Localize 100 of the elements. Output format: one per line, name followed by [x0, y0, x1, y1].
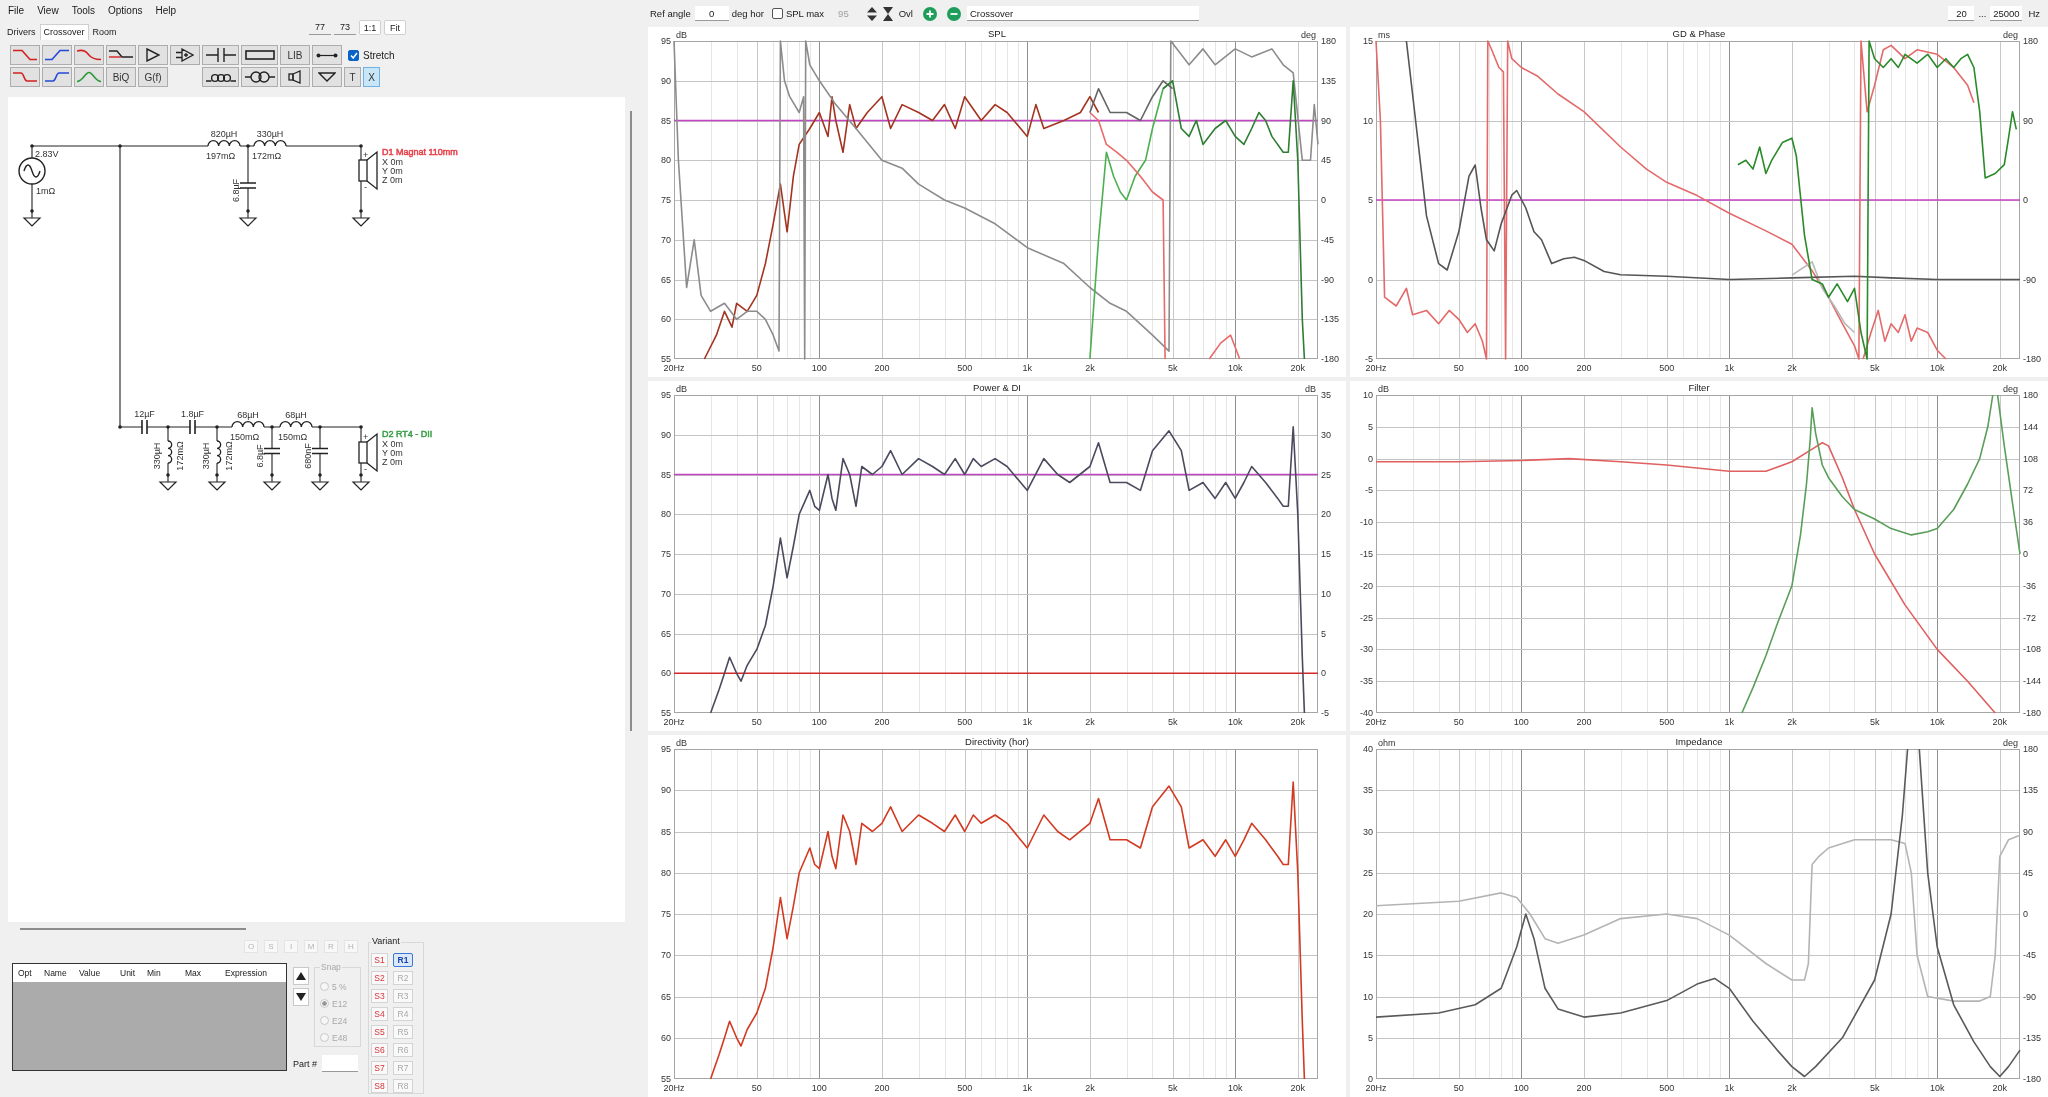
tick-label: 5 [1321, 628, 1326, 639]
tick-label: 72 [2023, 485, 2033, 496]
tick-label: 5k [1869, 363, 1880, 373]
tick-label: 500 [957, 1083, 973, 1093]
tick-label: -35 [1360, 676, 1373, 687]
tick-label: 90 [2023, 826, 2033, 837]
tick-label: -25 [1360, 612, 1373, 623]
polarity-label: + [363, 150, 369, 160]
tick-label: 20Hz [663, 717, 685, 727]
tick-label: 500 [1659, 717, 1675, 727]
tick-label: 90 [1321, 115, 1331, 126]
tick-label: 55 [661, 354, 671, 364]
tick-label: 20k [1290, 363, 1306, 373]
tick-label: 90 [661, 785, 671, 796]
tick-label: 100 [1513, 1083, 1529, 1093]
tick-label: 2k [1787, 363, 1797, 373]
tick-label: 65 [661, 628, 671, 639]
tick-label: -36 [2023, 580, 2036, 591]
tick-label: -90 [1321, 274, 1334, 285]
tick-label: 100 [811, 1083, 827, 1093]
tick-label: 200 [874, 1083, 890, 1093]
tick-label: 1k [1724, 363, 1735, 373]
tick-label: 25 [1363, 867, 1373, 878]
tick-label: 0 [1321, 195, 1326, 205]
tick-label: 100 [811, 717, 827, 727]
axis-unit-label: deg [1300, 30, 1316, 40]
chart-title: Power & DI [973, 382, 1021, 393]
tick-label: 200 [874, 363, 890, 373]
tick-label: 90 [661, 75, 671, 86]
tick-label: 0 [2023, 549, 2028, 559]
tick-label: 20k [1290, 717, 1306, 727]
tick-label: 1k [1022, 363, 1033, 373]
tick-label: 20 [1321, 509, 1331, 520]
tick-label: 5 [1368, 421, 1373, 432]
tick-label: 0 [1368, 274, 1373, 285]
radio-label: 5 % [332, 981, 347, 992]
tick-label: 144 [2023, 421, 2039, 432]
tick-label: 10 [1363, 390, 1373, 400]
tick-label: 5k [1167, 717, 1178, 727]
tick-label: -108 [2023, 644, 2041, 655]
tick-label: 10k [1930, 717, 1945, 727]
tick-label: 2k [1085, 1083, 1095, 1093]
tick-label: -180 [1321, 354, 1339, 364]
tick-label: 500 [1659, 1083, 1675, 1093]
tick-label: 55 [661, 708, 671, 718]
tick-label: 20Hz [663, 1083, 685, 1093]
tick-label: -135 [2023, 1032, 2041, 1043]
tick-label: 0 [1368, 1074, 1373, 1084]
tick-label: 50 [1453, 717, 1464, 727]
tick-label: 70 [661, 950, 671, 961]
driver-position-label: Z 0m [382, 457, 403, 467]
tick-label: 90 [661, 429, 671, 440]
tick-label: 1k [1022, 1083, 1033, 1093]
driver-position-label: Y 0m [382, 166, 403, 176]
driver-name-label: D2 RT4 - DII [382, 429, 433, 439]
tick-label: 0 [1368, 453, 1373, 464]
tick-label: 55 [661, 1074, 671, 1084]
tick-label: 5 [1368, 195, 1373, 205]
range-separator: ... [1978, 8, 1987, 19]
tick-label: -45 [2023, 950, 2036, 961]
tick-label: 2k [1085, 717, 1095, 727]
tick-label: 60 [661, 1032, 671, 1043]
tick-label: 20Hz [1365, 1083, 1387, 1093]
tick-label: 65 [661, 991, 671, 1002]
tick-label: 200 [874, 717, 890, 727]
tick-label: 135 [1321, 75, 1337, 86]
tick-label: -180 [2023, 1074, 2041, 1084]
tick-label: 50 [751, 717, 762, 727]
chart-title: GD & Phase [1672, 28, 1726, 39]
tick-label: 5k [1869, 717, 1880, 727]
driver-position-label: Z 0m [382, 175, 403, 185]
tick-label: 10 [1321, 588, 1331, 599]
chart-title: SPL [988, 28, 1006, 39]
tick-label: 70 [661, 588, 671, 599]
tick-label: 50 [1453, 1083, 1464, 1093]
tick-label: -135 [1321, 314, 1339, 325]
tick-label: 20Hz [1365, 717, 1387, 727]
part-number-label: Part # [293, 1058, 317, 1069]
tick-label: 50 [751, 363, 762, 373]
tick-label: -144 [2023, 676, 2041, 687]
tick-label: 2k [1787, 717, 1797, 727]
tick-label: 0 [2023, 909, 2028, 919]
driver-name-label: D1 Magnat 110mm [382, 147, 458, 157]
tick-label: -40 [1360, 708, 1373, 718]
tick-label: 10k [1930, 363, 1945, 373]
tick-label: 500 [957, 363, 973, 373]
axis-unit-label: ms [1378, 30, 1390, 40]
tick-label: 80 [661, 509, 671, 520]
tick-label: 80 [661, 867, 671, 878]
axis-unit-label: deg [2002, 738, 2018, 748]
spl-max-value: 95 [838, 8, 849, 19]
radio-label: E24 [332, 1015, 348, 1026]
ref-angle-label: Ref angle [650, 8, 691, 19]
axis-unit-label: dB [676, 384, 687, 394]
tick-label: 15 [1321, 549, 1331, 559]
tick-label: 1k [1724, 717, 1735, 727]
tick-label: 50 [751, 1083, 762, 1093]
tick-label: 85 [661, 469, 671, 480]
tick-label: 135 [2023, 785, 2039, 796]
unit-label: Hz [2028, 8, 2040, 19]
